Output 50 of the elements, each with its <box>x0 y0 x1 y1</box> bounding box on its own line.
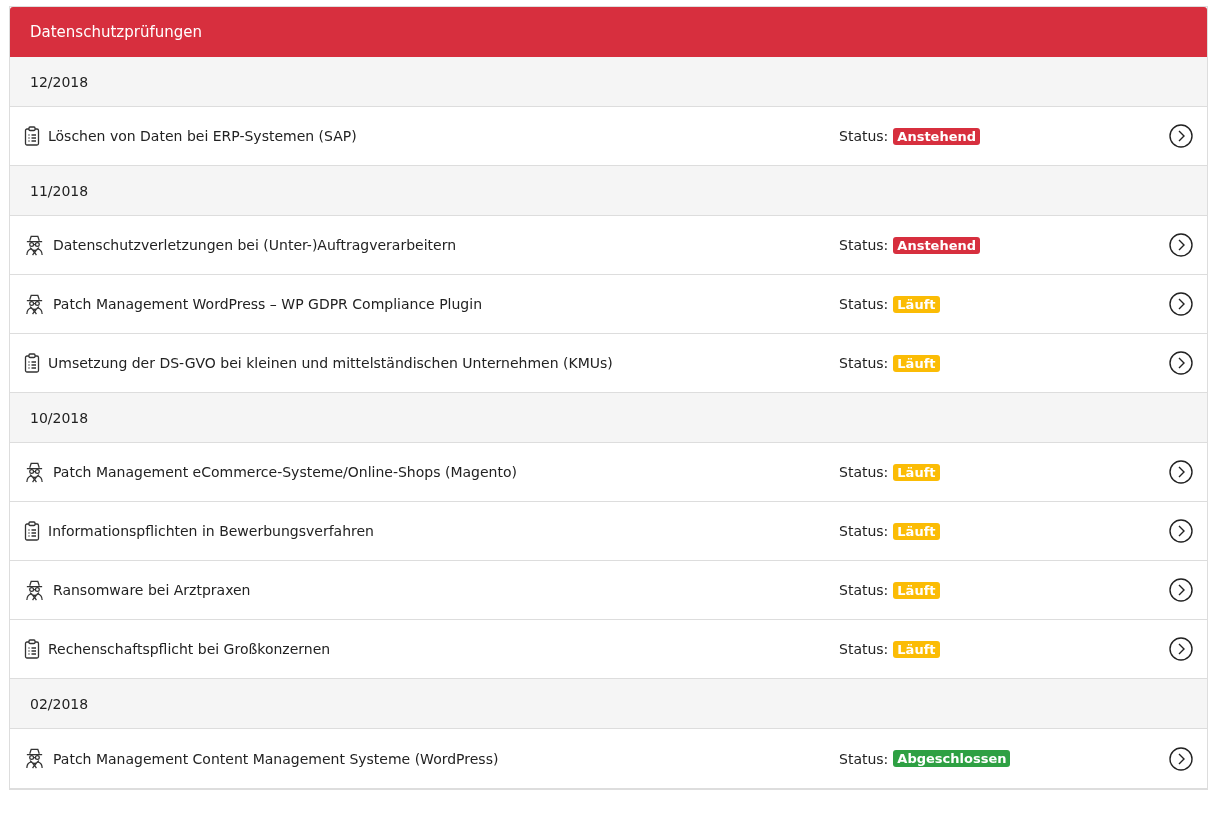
group-date: 02/2018 <box>30 695 89 712</box>
status-label: Status: <box>839 296 889 312</box>
audit-title: Patch Management Content Management Systeme (WordPress) <box>53 750 499 767</box>
audit-title: Patch Management eCommerce-Systeme/Online-Shops (Magento) <box>53 464 517 480</box>
audit-title: Rechenschaftspflicht bei Großkonzernen <box>48 641 331 657</box>
status-label: Status: <box>839 237 889 253</box>
status-badge: Anstehend <box>893 127 981 145</box>
clipboard-icon <box>24 126 40 146</box>
status-label: Status: <box>839 582 889 598</box>
audit-title: Datenschutzverletzungen bei (Unter-)Auftragverarbeitern <box>53 237 457 253</box>
chevron-circle-icon[interactable] <box>1169 637 1193 661</box>
group-date: 11/2018 <box>30 182 89 199</box>
status-badge: Läuft <box>893 640 940 658</box>
chevron-circle-icon[interactable] <box>1169 578 1193 602</box>
status-label: Status: <box>839 464 889 480</box>
group-date: 10/2018 <box>30 409 89 426</box>
clipboard-icon <box>24 353 40 373</box>
status-label: Status: <box>839 750 889 767</box>
audit-title: Umsetzung der DS-GVO bei kleinen und mittelständischen Unternehmen (KMUs) <box>48 355 613 371</box>
audit-title: Ransomware bei Arztpraxen <box>53 582 251 598</box>
status-badge: Läuft <box>893 295 940 313</box>
status-badge: Läuft <box>893 463 940 481</box>
status-label: Status: <box>839 523 889 539</box>
audit-title: Patch Management WordPress – WP GDPR Compliance Plugin <box>53 296 482 312</box>
panel-title: Datenschutzprüfungen <box>30 23 202 41</box>
clipboard-icon <box>24 639 40 659</box>
status-badge: Abgeschlossen <box>893 750 1011 767</box>
spy-icon <box>24 748 45 769</box>
chevron-circle-icon[interactable] <box>1169 351 1193 375</box>
status-badge: Anstehend <box>893 236 981 254</box>
clipboard-icon <box>24 521 40 541</box>
status-badge: Läuft <box>893 354 940 372</box>
chevron-circle-icon[interactable] <box>1169 460 1193 484</box>
status-label: Status: <box>839 128 889 144</box>
status-badge: Läuft <box>893 522 940 540</box>
spy-icon <box>24 461 45 483</box>
status-badge: Läuft <box>893 581 940 599</box>
spy-icon <box>24 293 45 315</box>
spy-icon <box>24 579 45 601</box>
status-label: Status: <box>839 355 889 371</box>
audit-title: Informationspflichten in Bewerbungsverfahren <box>48 523 374 539</box>
spy-icon <box>24 234 45 256</box>
chevron-circle-icon[interactable] <box>1169 233 1193 257</box>
chevron-circle-icon[interactable] <box>1169 292 1193 316</box>
chevron-circle-icon[interactable] <box>1169 519 1193 543</box>
status-label: Status: <box>839 641 889 657</box>
group-date: 12/2018 <box>30 73 89 90</box>
audit-title: Löschen von Daten bei ERP-Systemen (SAP) <box>48 128 357 144</box>
chevron-circle-icon[interactable] <box>1169 746 1193 771</box>
chevron-circle-icon[interactable] <box>1169 124 1193 148</box>
